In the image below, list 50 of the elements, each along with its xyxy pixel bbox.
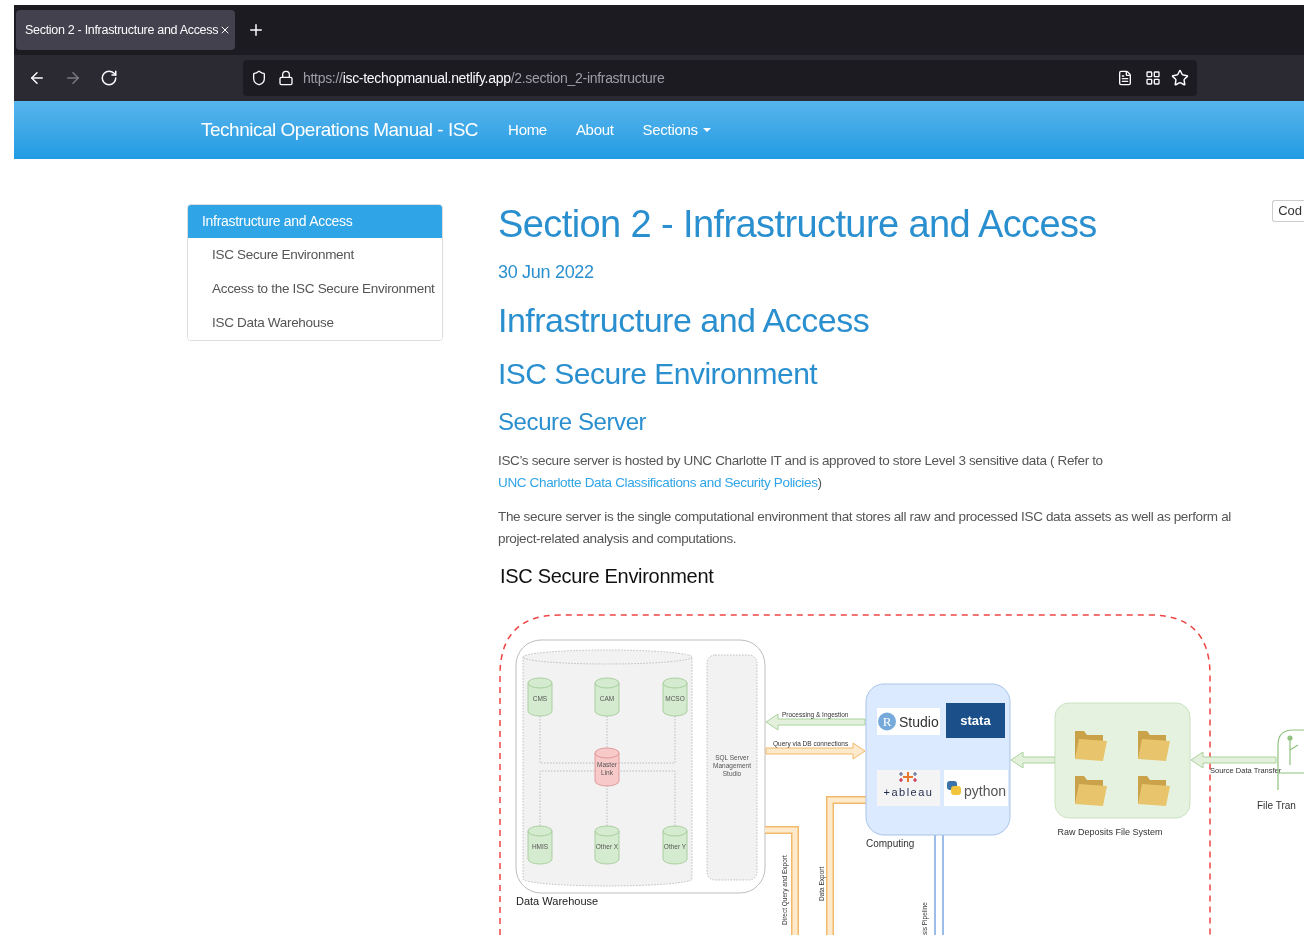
page-title: Section 2 - Infrastructure and Access (498, 202, 1097, 247)
section-heading: Infrastructure and Access (498, 300, 870, 341)
database-cylinder (594, 825, 620, 865)
logo-background (944, 770, 1008, 806)
logo-text: python (964, 783, 1007, 799)
file-system-label: Raw Deposits File System (1057, 827, 1163, 837)
body-paragraph: ISC’s secure server is hosted by UNC Charlotte IT and is approved to store Level 3 sensitive data ( Refer to UNC Charlotte Data Classifications and Security Policies) (498, 452, 1104, 492)
bookmark-star-icon[interactable] (1171, 69, 1189, 87)
folder-icon (1138, 731, 1170, 761)
url-text: https://isc-techopmanual.netlify.app/2.section_2-infrastructure (303, 68, 665, 88)
back-icon[interactable] (28, 69, 46, 87)
database-cylinder (527, 677, 553, 717)
shield-icon[interactable] (251, 70, 267, 86)
folder-icon (1138, 776, 1170, 806)
code-button[interactable]: Cod (1272, 200, 1304, 222)
logo-text: +ableau (883, 786, 934, 798)
snake-icon (947, 781, 961, 795)
logo-letter: R (882, 714, 892, 729)
cross-cluster-icon (898, 771, 918, 783)
page-date: 30 Jun 2022 (498, 261, 594, 284)
computing-label: Computing (866, 838, 915, 849)
reader-view-icon[interactable] (1117, 70, 1133, 86)
body-paragraph: The secure server is the single computational environment that stores all raw and processed ISC data assets as well as perform al project-related analysis and computations. (498, 508, 1232, 548)
new-tab-icon[interactable] (247, 21, 265, 39)
database-cylinder (594, 677, 620, 717)
database-cylinder (662, 825, 688, 865)
logo-background (946, 703, 1005, 738)
warehouse-label: Data Warehouse (516, 895, 599, 907)
folder-icon (1075, 776, 1107, 806)
logo-text: stata (960, 713, 991, 728)
logo-text: Studio (899, 714, 939, 730)
transfer-label: File Tran (1257, 800, 1296, 811)
ingest-arrow (1010, 751, 1056, 769)
tab-title: Section 2 - Infrastructure and Access (25, 21, 219, 39)
logo-circle (878, 712, 896, 731)
subsection-heading: ISC Secure Environment (498, 356, 818, 392)
caret-icon (702, 128, 711, 132)
database-cylinder (662, 677, 688, 717)
database-cylinder (594, 747, 620, 787)
folder-icon (1075, 731, 1107, 761)
logo-background (877, 770, 940, 806)
reload-icon[interactable] (100, 69, 118, 87)
figure-caption: ISC Secure Environment (500, 564, 714, 589)
database-cylinder (527, 825, 553, 865)
lock-icon[interactable] (278, 70, 294, 86)
subsubsection-heading: Secure Server (498, 407, 647, 437)
browser-tab[interactable]: Section 2 - Infrastructure and Access (16, 10, 235, 50)
connector-line (539, 715, 596, 764)
address-bar[interactable]: https://isc-techopmanual.netlify.app/2.section_2-infrastructure (243, 60, 1197, 96)
grid-icon[interactable] (1145, 70, 1161, 86)
